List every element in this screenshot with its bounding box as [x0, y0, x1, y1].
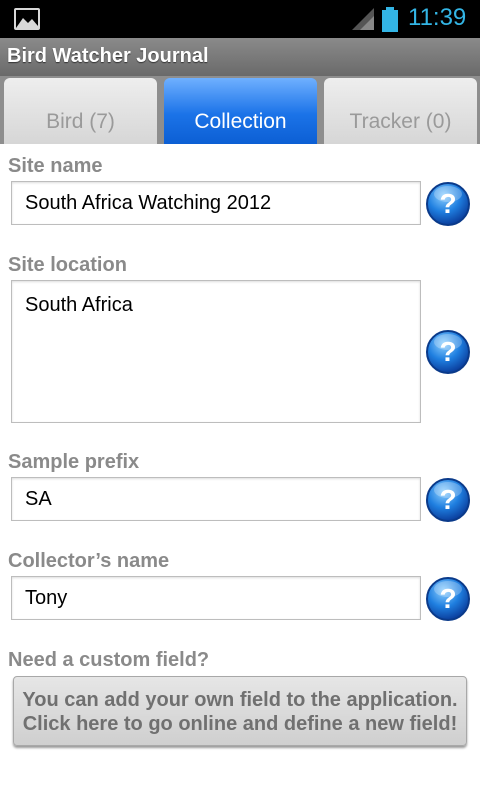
signal-icon	[352, 8, 374, 30]
status-time: 11:39	[408, 4, 467, 31]
gallery-icon	[14, 8, 40, 30]
site-name-label: Site name	[8, 155, 103, 177]
svg-text:?: ?	[439, 583, 456, 614]
collector-name-help-question-icon[interactable]: ?	[425, 576, 471, 622]
custom-field-button-line-2: Click here to go online and define a new…	[22, 713, 458, 735]
app-title: Bird Watcher Journal	[7, 45, 209, 67]
sample-prefix-input[interactable]: SA	[11, 477, 421, 521]
svg-text:?: ?	[439, 188, 456, 219]
tab-bird[interactable]: Bird (7)	[4, 78, 157, 144]
tab-strip: Bird (7) Collection Tracker (0)	[0, 76, 480, 144]
tab-tracker[interactable]: Tracker (0)	[324, 78, 477, 144]
svg-text:?: ?	[439, 336, 456, 367]
svg-text:?: ?	[439, 484, 456, 515]
collector-name-label: Collector’s name	[8, 550, 170, 572]
custom-field-label: Need a custom field?	[8, 649, 210, 671]
site-location-help-question-icon[interactable]: ?	[425, 329, 471, 375]
define-custom-field-button[interactable]: You can add your own field to the applic…	[13, 676, 467, 746]
site-name-input[interactable]: South Africa Watching 2012	[11, 181, 421, 225]
site-name-help-question-icon[interactable]: ?	[425, 181, 471, 227]
app-title-bar: Bird Watcher Journal	[0, 38, 480, 76]
custom-field-button-line-1: You can add your own field to the applic…	[22, 689, 458, 711]
collector-name-input[interactable]: Tony	[11, 576, 421, 620]
battery-icon	[382, 7, 398, 32]
status-bar: 11:39	[0, 0, 480, 38]
sample-prefix-label: Sample prefix	[8, 451, 140, 473]
site-location-label: Site location	[8, 254, 127, 276]
tab-collection[interactable]: Collection	[164, 78, 317, 144]
site-location-input[interactable]: South Africa	[11, 280, 421, 423]
sample-prefix-help-question-icon[interactable]: ?	[425, 477, 471, 523]
